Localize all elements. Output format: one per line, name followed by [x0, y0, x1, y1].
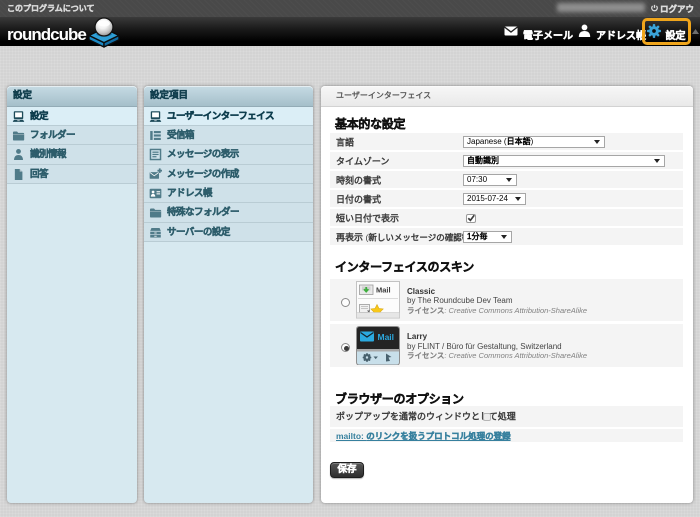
svg-text:Mail: Mail	[376, 286, 391, 295]
svg-text:Mail: Mail	[378, 332, 395, 342]
